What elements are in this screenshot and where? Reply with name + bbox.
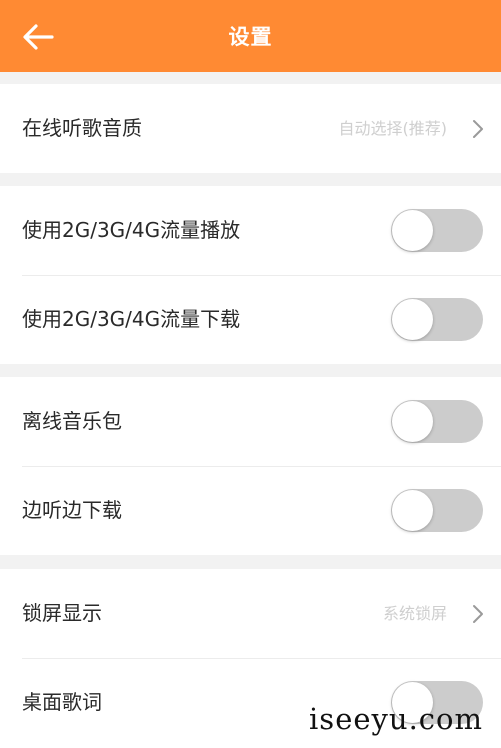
online-quality-label: 在线听歌音质 xyxy=(22,116,142,140)
download-while-listening-row: 边听边下载 xyxy=(0,466,501,555)
toggle-knob xyxy=(392,490,433,531)
page-title: 设置 xyxy=(228,25,273,49)
online-quality-row[interactable]: 在线听歌音质 自动选择(推荐) xyxy=(0,84,501,173)
toggle-knob xyxy=(392,299,433,340)
mobile-download-label: 使用2G/3G/4G流量下载 xyxy=(22,307,241,331)
chevron-right-icon xyxy=(473,120,483,138)
mobile-play-label: 使用2G/3G/4G流量播放 xyxy=(22,218,241,242)
offline-pack-row: 离线音乐包 xyxy=(0,377,501,466)
lock-screen-label: 锁屏显示 xyxy=(22,601,102,625)
mobile-download-row: 使用2G/3G/4G流量下载 xyxy=(0,275,501,364)
mobile-play-toggle[interactable] xyxy=(391,209,483,252)
toggle-knob xyxy=(392,210,433,251)
lock-screen-row[interactable]: 锁屏显示 系统锁屏 xyxy=(0,569,501,658)
offline-pack-label: 离线音乐包 xyxy=(22,409,122,433)
title-bar: 设置 xyxy=(0,0,501,72)
settings-group-quality: 在线听歌音质 自动选择(推荐) xyxy=(0,84,501,173)
settings-group-offline: 离线音乐包 边听边下载 xyxy=(0,377,501,555)
download-while-listening-label: 边听边下载 xyxy=(22,498,122,522)
online-quality-value: 自动选择(推荐) xyxy=(338,119,448,138)
settings-group-mobile-data: 使用2G/3G/4G流量播放 使用2G/3G/4G流量下载 xyxy=(0,186,501,364)
desktop-lyrics-label: 桌面歌词 xyxy=(22,690,102,714)
mobile-play-row: 使用2G/3G/4G流量播放 xyxy=(0,186,501,275)
watermark: iseeyu.com xyxy=(309,702,483,736)
download-while-listening-toggle[interactable] xyxy=(391,489,483,532)
lock-screen-value: 系统锁屏 xyxy=(382,604,447,623)
mobile-download-toggle[interactable] xyxy=(391,298,483,341)
toggle-knob xyxy=(392,401,433,442)
chevron-right-icon xyxy=(473,605,483,623)
offline-pack-toggle[interactable] xyxy=(391,400,483,443)
